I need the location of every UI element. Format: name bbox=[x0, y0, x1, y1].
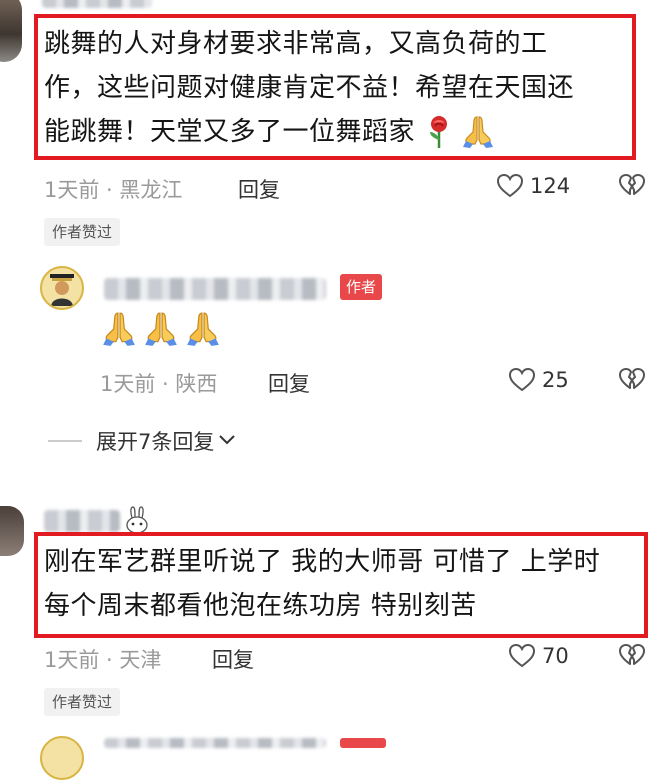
broken-heart-icon bbox=[619, 644, 645, 665]
praying-hands-icon bbox=[100, 310, 138, 352]
username-blurred[interactable] bbox=[104, 278, 326, 300]
broken-heart-icon bbox=[619, 368, 645, 389]
praying-hands-icon bbox=[184, 310, 222, 352]
reply-button[interactable]: 回复 bbox=[268, 368, 310, 398]
like-count: 124 bbox=[530, 174, 571, 198]
author-liked-tag: 作者赞过 bbox=[44, 688, 121, 716]
like-count: 25 bbox=[542, 368, 569, 392]
avatar[interactable] bbox=[0, 506, 24, 556]
reply-emojis bbox=[100, 310, 222, 352]
comment-line: 能跳舞！天堂又多了一位舞蹈家 bbox=[44, 117, 416, 147]
comment-line: 作，这些问题对健康肯定不益！希望在天国还 bbox=[44, 73, 575, 103]
broken-heart-icon bbox=[619, 174, 645, 195]
heart-icon bbox=[508, 642, 536, 670]
chevron-down-icon bbox=[218, 432, 236, 451]
author-avatar[interactable] bbox=[40, 266, 84, 310]
dislike-button[interactable] bbox=[618, 172, 646, 200]
praying-hands-icon bbox=[142, 310, 180, 352]
dislike-button[interactable] bbox=[618, 642, 646, 670]
comment-text: 刚在军艺群里听说了 我的大师哥 可惜了 上学时 每个周末都看他泡在练功房 特别刻… bbox=[44, 540, 644, 628]
author-badge-partial bbox=[340, 738, 386, 748]
author-avatar[interactable] bbox=[40, 736, 84, 780]
author-liked-tag: 作者赞过 bbox=[44, 218, 121, 246]
username-blurred[interactable] bbox=[42, 0, 152, 8]
comment-meta: 1天前 · 黑龙江 bbox=[44, 178, 183, 202]
comment-line: 跳舞的人对身材要求非常高，又高负荷的工 bbox=[44, 29, 548, 59]
reply-meta: 1天前 · 陕西 bbox=[100, 372, 218, 396]
comment-meta: 1天前 · 天津 bbox=[44, 648, 162, 672]
author-badge: 作者 bbox=[340, 274, 383, 300]
expand-replies-label: 展开7条回复 bbox=[96, 430, 215, 454]
like-count: 70 bbox=[542, 644, 569, 668]
expand-replies[interactable]: 展开7条回复 bbox=[48, 426, 236, 456]
like-button[interactable]: 124 bbox=[496, 172, 570, 200]
reply-button[interactable]: 回复 bbox=[238, 174, 280, 204]
heart-icon bbox=[508, 366, 536, 394]
comment-line: 刚在军艺群里听说了 我的大师哥 可惜了 上学时 bbox=[44, 547, 601, 577]
like-button[interactable]: 25 bbox=[508, 366, 569, 394]
username-blurred[interactable] bbox=[44, 510, 120, 532]
reply-button[interactable]: 回复 bbox=[212, 644, 254, 674]
rose-icon bbox=[423, 114, 455, 150]
avatar[interactable] bbox=[0, 0, 22, 62]
praying-hands-icon bbox=[461, 114, 495, 150]
comment-line: 每个周末都看他泡在练功房 特别刻苦 bbox=[44, 591, 477, 621]
dislike-button[interactable] bbox=[618, 366, 646, 394]
comment-text: 跳舞的人对身材要求非常高，又高负荷的工 作，这些问题对健康肯定不益！希望在天国还… bbox=[44, 22, 629, 154]
comment-line-with-emoji: 能跳舞！天堂又多了一位舞蹈家 bbox=[44, 110, 629, 154]
heart-icon bbox=[496, 172, 524, 200]
like-button[interactable]: 70 bbox=[508, 642, 569, 670]
username-blurred[interactable] bbox=[104, 738, 326, 748]
divider bbox=[48, 440, 82, 442]
